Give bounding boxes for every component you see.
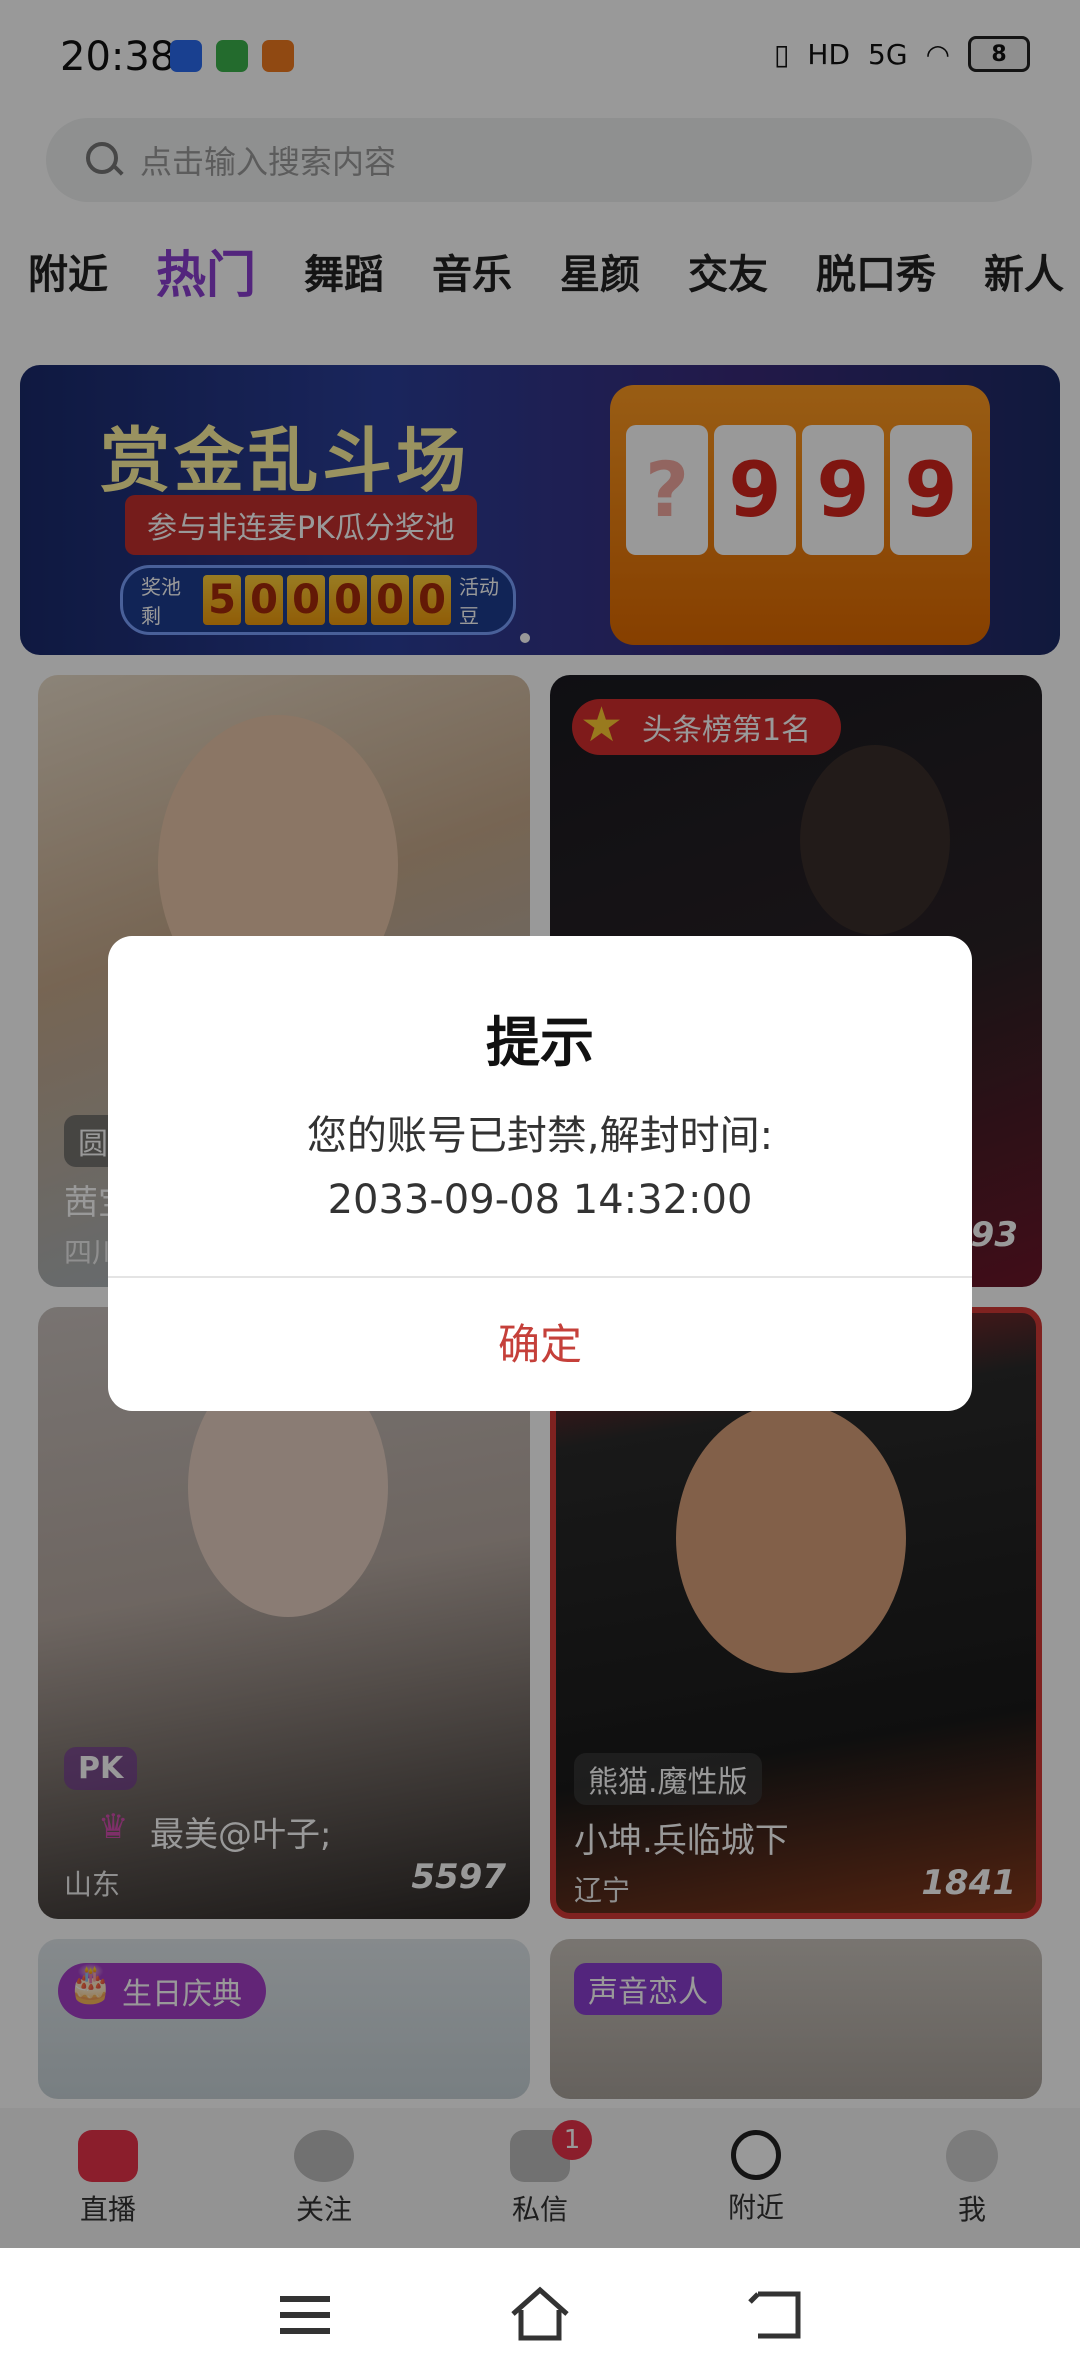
- home-icon[interactable]: [505, 2280, 575, 2350]
- system-nav-bar: [0, 2248, 1080, 2376]
- back-icon[interactable]: [740, 2280, 810, 2350]
- dialog-message: 您的账号已封禁,解封时间: 2033-09-08 14:32:00: [108, 1104, 972, 1232]
- menu-icon[interactable]: [270, 2280, 340, 2350]
- confirm-button[interactable]: 确定: [108, 1278, 972, 1411]
- dialog-message-line2: 2033-09-08 14:32:00: [327, 1177, 753, 1223]
- ban-alert-dialog: 提示 您的账号已封禁,解封时间: 2033-09-08 14:32:00 确定: [108, 936, 972, 1411]
- dialog-title: 提示: [486, 1011, 594, 1074]
- dialog-message-line1: 您的账号已封禁,解封时间:: [306, 1113, 774, 1159]
